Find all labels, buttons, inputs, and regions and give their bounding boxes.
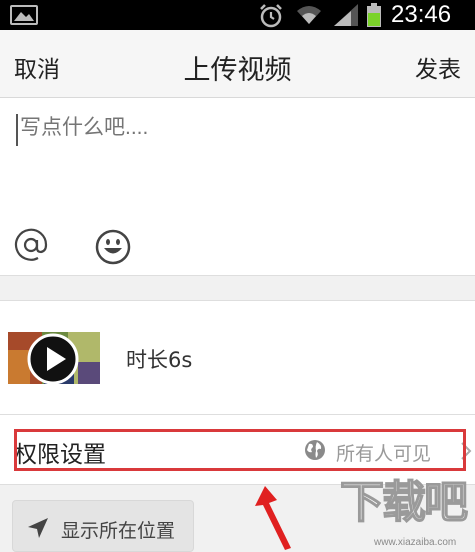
permission-label: 权限设置 bbox=[14, 442, 106, 468]
wifi-icon bbox=[297, 6, 321, 24]
compose-area bbox=[0, 98, 475, 276]
signal-icon bbox=[334, 4, 358, 26]
clock-time: 23:46 bbox=[391, 1, 452, 28]
video-item: 时长6s bbox=[0, 300, 475, 415]
location-arrow-icon bbox=[28, 518, 48, 538]
at-icon[interactable] bbox=[12, 226, 50, 264]
video-thumbnail[interactable] bbox=[8, 332, 100, 384]
page-title: 上传视频 bbox=[183, 55, 292, 86]
header-bar: 取消 上传视频 发表 bbox=[0, 30, 475, 98]
battery-icon bbox=[367, 3, 381, 27]
alarm-icon bbox=[260, 4, 282, 28]
play-icon[interactable] bbox=[26, 332, 80, 384]
post-text-input[interactable] bbox=[20, 116, 440, 140]
publish-button[interactable]: 发表 bbox=[415, 50, 461, 84]
watermark-logo: 下载吧 bbox=[339, 476, 469, 529]
show-location-label: 显示所在位置 bbox=[61, 520, 176, 542]
emoji-icon[interactable] bbox=[94, 228, 132, 266]
show-location-button[interactable]: 显示所在位置 bbox=[12, 500, 194, 552]
permission-value: 所有人可见 bbox=[336, 443, 432, 465]
globe-icon bbox=[305, 440, 325, 460]
text-caret bbox=[16, 114, 18, 146]
red-arrow-annotation bbox=[255, 486, 291, 550]
watermark-url: www.xiazaiba.com bbox=[374, 537, 457, 548]
status-bar: 23:46 bbox=[0, 0, 475, 30]
video-duration: 时长6s bbox=[126, 348, 193, 372]
image-icon bbox=[10, 5, 38, 25]
chevron-right-icon bbox=[461, 442, 472, 460]
